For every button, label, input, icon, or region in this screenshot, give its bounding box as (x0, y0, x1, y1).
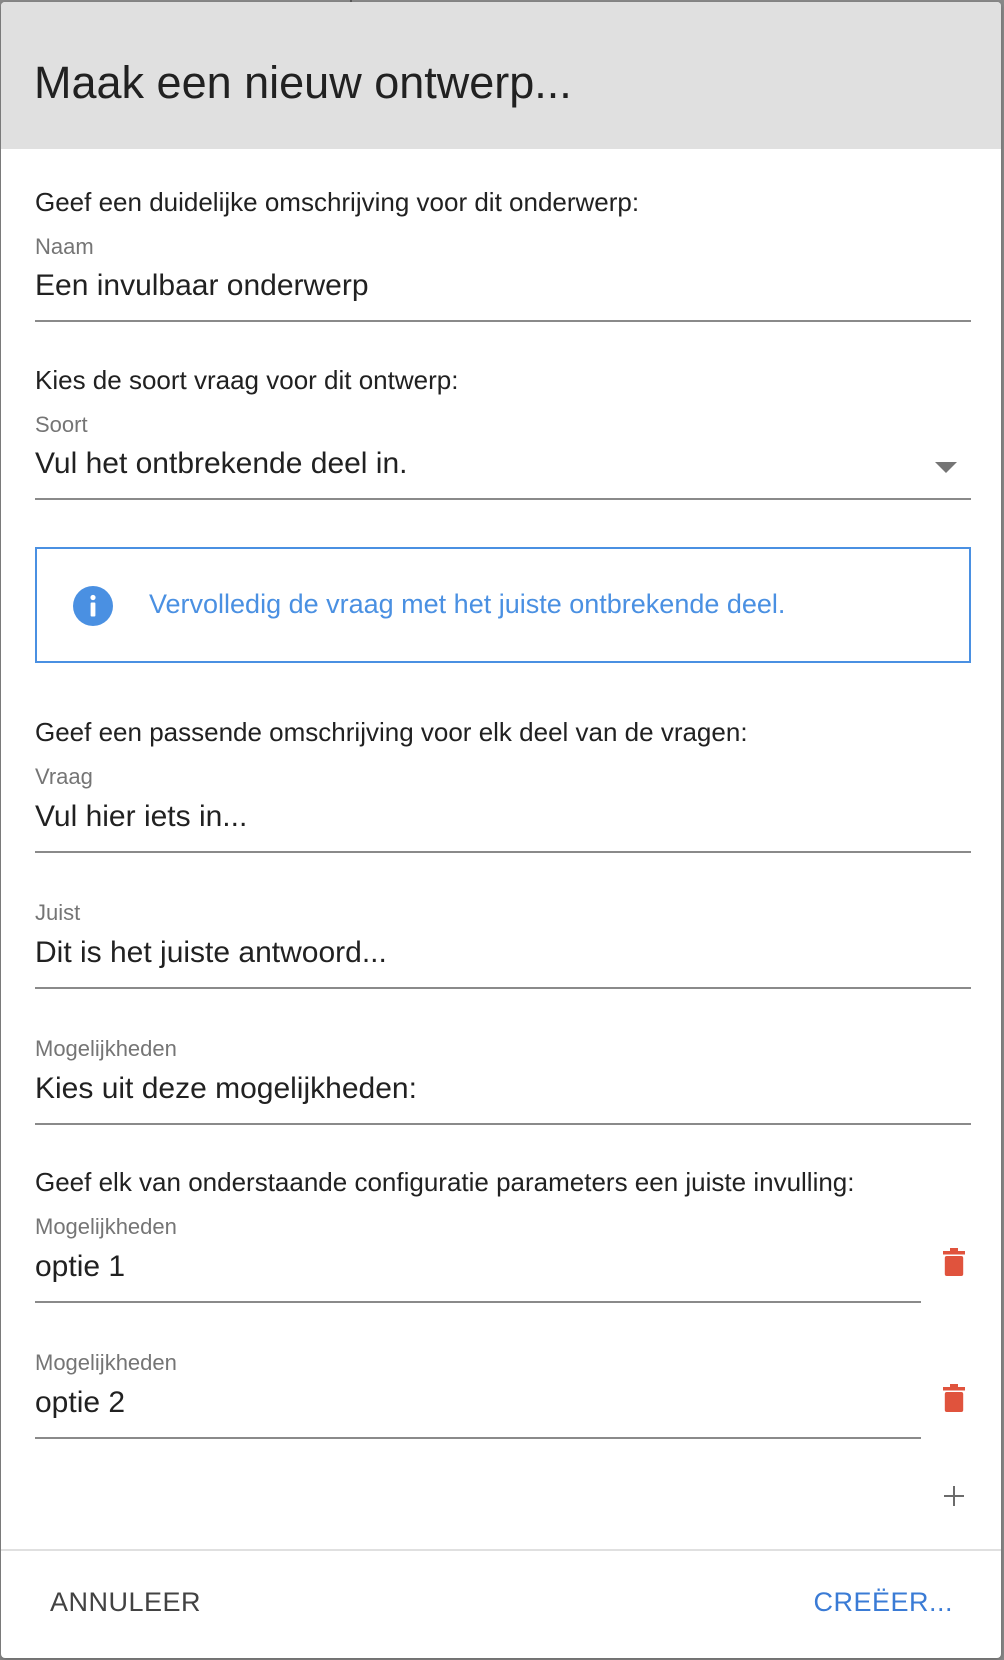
option-1-input[interactable]: optie 1 (35, 1249, 125, 1285)
option-2-input[interactable]: optie 2 (35, 1385, 125, 1421)
question-input-underline (35, 851, 971, 853)
question-label: Vraag (35, 764, 93, 789)
type-label: Soort (35, 412, 88, 437)
correct-label: Juist (35, 900, 81, 925)
type-select[interactable]: Vul het ontbrekende deel in. (35, 446, 408, 482)
option-1-underline (35, 1301, 921, 1303)
type-instruction: Kies de soort vraag voor dit ontwerp: (35, 365, 459, 395)
create-button[interactable]: CREËER... (813, 1582, 953, 1622)
add-option-plus-icon[interactable] (943, 1485, 965, 1507)
info-box: Vervolledig de vraag met het juiste ontb… (35, 547, 971, 663)
name-input[interactable]: Een invulbaar onderwerp (35, 268, 369, 304)
type-select-underline (35, 498, 971, 500)
correct-input-underline (35, 987, 971, 989)
option-2-label: Mogelijkheden (35, 1350, 177, 1375)
options-input-underline (35, 1123, 971, 1125)
option-2-trash-icon[interactable] (943, 1384, 965, 1412)
options-label: Mogelijkheden (35, 1036, 177, 1061)
dialog-header: Maak een nieuw ontwerp... (1, 2, 1001, 149)
arrow-drop-down-icon[interactable] (935, 462, 957, 473)
option-1-trash-icon[interactable] (943, 1248, 965, 1276)
options-input[interactable]: Kies uit deze mogelijkheden: (35, 1071, 417, 1107)
name-input-underline (35, 320, 971, 322)
info-text: Vervolledig de vraag met het juiste ontb… (149, 589, 786, 619)
name-label: Naam (35, 234, 94, 259)
name-instruction: Geef een duidelijke omschrijving voor di… (35, 187, 640, 217)
option-1-label: Mogelijkheden (35, 1214, 177, 1239)
dialog-title: Maak een nieuw ontwerp... (34, 57, 572, 108)
parts-instruction: Geef een passende omschrijving voor elk … (35, 717, 748, 747)
question-input[interactable]: Vul hier iets in... (35, 799, 247, 835)
cancel-button[interactable]: ANNULEER (50, 1582, 201, 1622)
config-instruction: Geef elk van onderstaande configuratie p… (35, 1167, 855, 1197)
info-icon (73, 586, 113, 626)
option-2-underline (35, 1437, 921, 1439)
create-design-dialog: Maak een nieuw ontwerp... Geef een duide… (1, 2, 1001, 1658)
footer-divider (1, 1549, 1001, 1551)
correct-input[interactable]: Dit is het juiste antwoord... (35, 935, 387, 971)
